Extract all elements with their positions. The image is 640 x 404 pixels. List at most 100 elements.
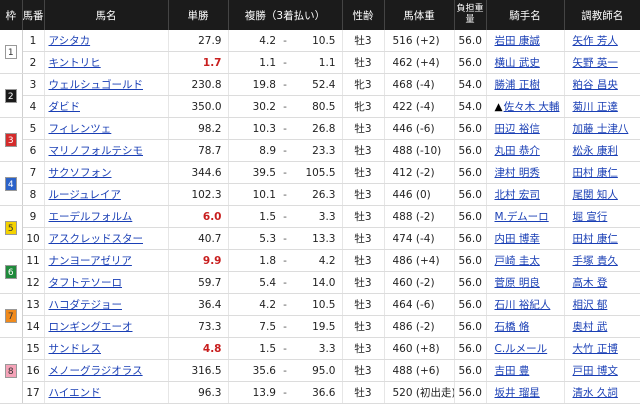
trainer-link[interactable]: 粕谷 昌央 (573, 79, 618, 91)
win-odds: 36.4 (168, 293, 229, 316)
jockey-cell: 横山 武史 (486, 51, 565, 74)
trainer-link[interactable]: 菊川 正達 (573, 101, 618, 113)
jockey-link[interactable]: M.デムーロ (495, 211, 549, 223)
table-header: 枠 馬番 馬名 単勝 複勝（3着払い） 性齢 馬体重 負担重量 騎手名 調教師名 (0, 0, 640, 30)
trainer-cell: 加藤 士津八 (564, 117, 640, 140)
jockey-link[interactable]: 田辺 裕信 (495, 123, 540, 135)
jockey-link[interactable]: 横山 武史 (495, 57, 540, 69)
trainer-link[interactable]: 松永 康利 (573, 145, 618, 157)
horse-name-link[interactable]: タフトテソーロ (49, 277, 123, 289)
trainer-cell: 奥村 武 (564, 315, 640, 338)
horse-name-link[interactable]: サクソフォン (49, 167, 112, 179)
trainer-cell: 清水 久詞 (564, 381, 640, 404)
jockey-link[interactable]: 丸田 恭介 (495, 145, 540, 157)
sex-age: 牝3 (342, 73, 385, 96)
horse-name-link[interactable]: アシタカ (49, 35, 91, 47)
jockey-link[interactable]: 岩田 康誠 (495, 35, 540, 47)
trainer-link[interactable]: 高木 登 (573, 277, 608, 289)
jockey-link[interactable]: 佐々木 大輔 (504, 101, 560, 113)
horse-name-link[interactable]: ナンヨーアゼリア (49, 255, 132, 267)
race-results-table: 枠 馬番 馬名 単勝 複勝（3着払い） 性齢 馬体重 負担重量 騎手名 調教師名… (0, 0, 640, 404)
horse-name-link[interactable]: ハイエンド (49, 387, 101, 399)
sex-age: 牡3 (342, 205, 385, 228)
place-odds-min: 13.9 (228, 381, 278, 404)
horse-weight: 486 (+4) (384, 249, 455, 272)
trainer-link[interactable]: 堀 宣行 (573, 211, 608, 223)
header-place: 複勝（3着払い） (228, 0, 343, 30)
jockey-link[interactable]: 石川 裕紀人 (495, 299, 551, 311)
horse-name-cell: キントリヒ (44, 51, 169, 74)
horse-number: 6 (22, 139, 45, 162)
place-odds-max: 80.5 (292, 95, 343, 118)
trainer-cell: 堀 宣行 (564, 205, 640, 228)
horse-name-link[interactable]: ロンギングエーオ (49, 321, 133, 333)
waku-cell: 5 (0, 205, 23, 250)
win-odds: 40.7 (168, 227, 229, 250)
trainer-link[interactable]: 大竹 正博 (573, 343, 618, 355)
sex-age: 牡3 (342, 139, 385, 162)
horse-name-link[interactable]: エーデルフォルム (49, 211, 133, 223)
trainer-link[interactable]: 清水 久詞 (573, 387, 618, 399)
horse-name-cell: マリノフォルテシモ (44, 139, 169, 162)
table-row: 8 ルージュレイア 102.3 10.1-26.3 牡3 446 (0) 56.0 北村 宏司… (0, 183, 640, 206)
place-odds-max: 4.2 (292, 249, 343, 272)
trainer-link[interactable]: 手塚 貴久 (573, 255, 618, 267)
jockey-link[interactable]: 吉田 豊 (495, 365, 530, 377)
horse-name-link[interactable]: メノーグラジオラス (49, 365, 143, 377)
jockey-link[interactable]: C.ルメール (495, 343, 548, 355)
horse-number: 2 (22, 51, 45, 74)
horse-name-link[interactable]: アスクレッドスター (49, 233, 144, 245)
trainer-cell: 田村 康仁 (564, 227, 640, 250)
jockey-link[interactable]: 戸崎 圭太 (495, 255, 540, 267)
horse-name-link[interactable]: ルージュレイア (49, 189, 121, 201)
horse-name-link[interactable]: ハコダテジョー (49, 299, 123, 311)
burden-weight: 54.0 (454, 95, 487, 118)
win-odds: 102.3 (168, 183, 229, 206)
header-umaban: 馬番 (22, 0, 45, 30)
horse-name-link[interactable]: サンドレス (49, 343, 102, 355)
trainer-cell: 尾関 知人 (564, 183, 640, 206)
horse-name-link[interactable]: ダビド (49, 101, 81, 113)
trainer-link[interactable]: 矢野 英一 (573, 57, 618, 69)
jockey-link[interactable]: 坂井 瑠星 (495, 387, 540, 399)
jockey-link[interactable]: 内田 博幸 (495, 233, 540, 245)
waku-badge: 7 (4, 308, 17, 323)
horse-weight: 520 (初出走) (384, 381, 455, 404)
place-odds-max: 13.3 (292, 227, 343, 250)
trainer-link[interactable]: 相沢 郁 (573, 299, 608, 311)
jockey-link[interactable]: 北村 宏司 (495, 189, 540, 201)
horse-number: 11 (22, 249, 45, 272)
horse-name-link[interactable]: フィレンツェ (49, 123, 112, 135)
jockey-link[interactable]: 津村 明秀 (495, 167, 540, 179)
place-odds-max: 1.1 (292, 51, 343, 74)
jockey-link[interactable]: 勝浦 正樹 (495, 79, 540, 91)
trainer-link[interactable]: 矢作 芳人 (573, 35, 618, 47)
table-row: 16 メノーグラジオラス 316.5 35.6-95.0 牡3 488 (+6) 56.0 吉… (0, 359, 640, 382)
trainer-link[interactable]: 田村 康仁 (573, 233, 618, 245)
trainer-cell: 矢野 英一 (564, 51, 640, 74)
horse-name-link[interactable]: ウェルシュゴールド (49, 79, 144, 91)
burden-weight: 56.0 (454, 30, 487, 52)
waku-cell: 1 (0, 30, 23, 74)
jockey-link[interactable]: 菅原 明良 (495, 277, 540, 289)
place-odds-min: 5.3 (228, 227, 278, 250)
burden-weight: 56.0 (454, 205, 487, 228)
table-row: 14 ロンギングエーオ 73.3 7.5-19.5 牡3 486 (-2) 56.0 石橋 脩… (0, 315, 640, 338)
trainer-link[interactable]: 戸田 博文 (573, 365, 618, 377)
horse-name-link[interactable]: キントリヒ (49, 57, 101, 69)
trainer-link[interactable]: 奥村 武 (573, 321, 608, 333)
place-odds-max: 36.6 (292, 381, 343, 404)
header-name: 馬名 (44, 0, 169, 30)
place-odds-min: 1.5 (228, 337, 278, 360)
trainer-link[interactable]: 田村 康仁 (573, 167, 618, 179)
apprentice-mark: ▲ (494, 101, 503, 113)
place-odds-min: 1.8 (228, 249, 278, 272)
jockey-cell: 勝浦 正樹 (486, 73, 565, 96)
trainer-link[interactable]: 加藤 士津八 (573, 123, 629, 135)
win-odds: 6.0 (168, 205, 229, 228)
trainer-cell: 松永 康利 (564, 139, 640, 162)
trainer-link[interactable]: 尾関 知人 (573, 189, 618, 201)
horse-name-link[interactable]: マリノフォルテシモ (49, 145, 144, 157)
jockey-link[interactable]: 石橋 脩 (495, 321, 530, 333)
waku-cell: 3 (0, 117, 23, 162)
